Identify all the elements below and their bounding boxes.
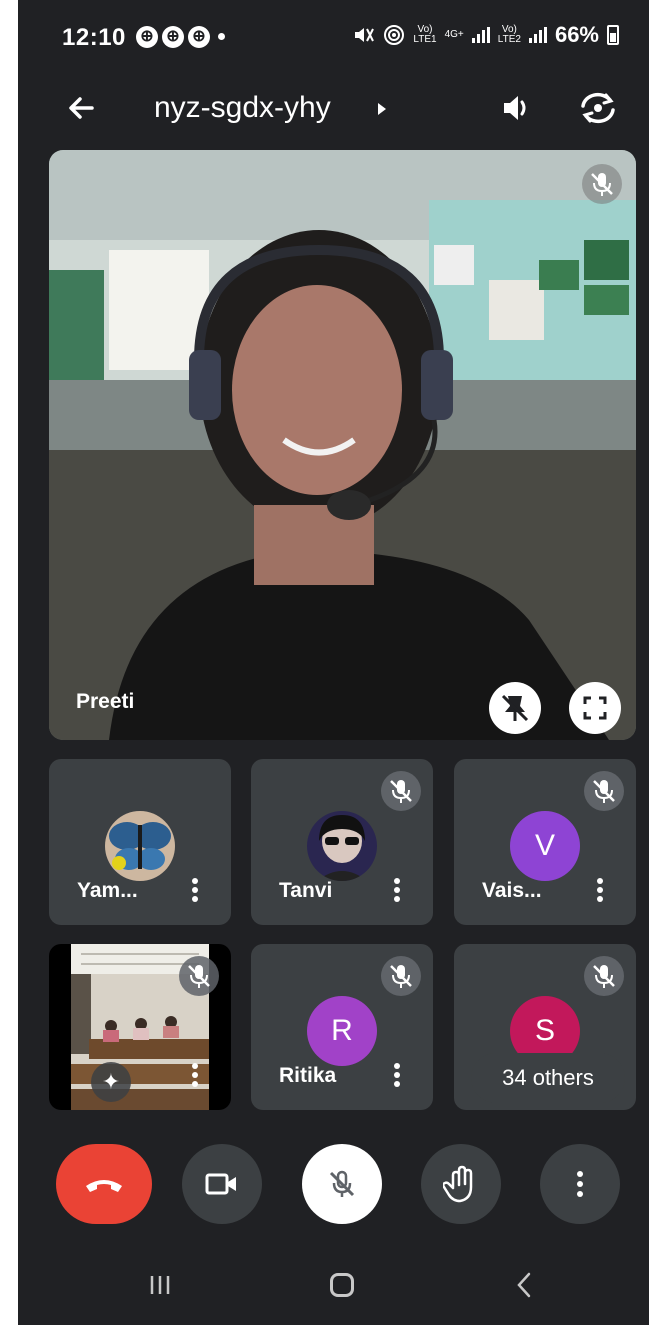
raise-hand-button[interactable] — [421, 1144, 501, 1224]
more-options-icon[interactable] — [594, 875, 606, 907]
muted-mic-icon — [584, 771, 624, 811]
meeting-code[interactable]: nyz-sgdx-yhy — [154, 88, 331, 128]
more-options-icon[interactable] — [391, 875, 403, 907]
network-4g-label: 4G+ — [444, 29, 464, 40]
others-count-button[interactable]: 34 others — [471, 1053, 625, 1103]
participant-tile[interactable]: V Vais... — [454, 759, 636, 925]
muted-mic-icon — [584, 956, 624, 996]
participant-tile[interactable]: Tanvi — [251, 759, 433, 925]
end-call-button[interactable] — [56, 1144, 152, 1224]
avatar — [307, 811, 377, 881]
visual-effects-icon[interactable]: ✦ — [91, 1062, 131, 1102]
notification-icon: ⊕ — [162, 26, 184, 48]
more-options-icon[interactable] — [391, 1060, 403, 1092]
participant-name: Vais... — [482, 879, 542, 902]
more-vertical-icon — [577, 1171, 583, 1197]
main-participant-name: Preeti — [76, 690, 135, 713]
unpin-icon[interactable] — [489, 682, 541, 734]
meet-call-screen: 12:10 ⊕ ⊕ ⊕ Vo) LTE1 4G+ Vo) LTE2 66% ny… — [18, 0, 649, 1325]
participant-tile[interactable]: Yam... — [49, 759, 231, 925]
more-actions-button[interactable] — [540, 1144, 620, 1224]
avatar: V — [510, 811, 580, 881]
muted-mic-icon — [582, 164, 622, 204]
signal-2-icon — [528, 27, 547, 43]
meeting-details-caret-icon[interactable] — [375, 96, 389, 122]
notification-icons: ⊕ ⊕ ⊕ — [136, 26, 210, 48]
self-view-tile[interactable]: ✦ — [49, 944, 231, 1110]
hang-up-icon — [86, 1180, 122, 1192]
status-bar: 12:10 ⊕ ⊕ ⊕ Vo) LTE1 4G+ Vo) LTE2 66% — [18, 0, 649, 78]
participant-tile[interactable]: R Ritika — [251, 944, 433, 1110]
nav-back-icon[interactable] — [514, 1271, 534, 1299]
avatar — [105, 811, 175, 881]
back-arrow-icon[interactable] — [62, 88, 102, 128]
muted-mic-icon — [381, 771, 421, 811]
raise-hand-icon — [443, 1165, 473, 1203]
status-indicators: Vo) LTE1 4G+ Vo) LTE2 66% — [353, 22, 619, 48]
muted-mic-icon — [381, 956, 421, 996]
volte-2-label: Vo) LTE2 — [497, 24, 521, 45]
notification-dot — [218, 33, 225, 40]
notification-icon: ⊕ — [136, 26, 158, 48]
switch-camera-icon[interactable] — [576, 86, 620, 130]
camera-toggle-button[interactable] — [182, 1144, 262, 1224]
main-video-tile[interactable]: Preeti — [49, 150, 636, 740]
participant-video-feed — [49, 150, 636, 740]
hotspot-icon — [384, 25, 405, 45]
volte-1-label: Vo) LTE1 — [413, 24, 437, 45]
home-icon[interactable] — [330, 1273, 354, 1297]
fullscreen-icon[interactable] — [569, 682, 621, 734]
microphone-toggle-button[interactable] — [302, 1144, 382, 1224]
status-time: 12:10 — [62, 24, 126, 51]
recent-apps-icon[interactable] — [148, 1273, 172, 1297]
notification-icon: ⊕ — [188, 26, 210, 48]
signal-1-icon — [471, 27, 490, 43]
muted-mic-icon — [179, 956, 219, 996]
call-header: nyz-sgdx-yhy — [18, 78, 649, 138]
participant-name: Yam... — [77, 879, 138, 902]
mic-off-icon — [329, 1170, 355, 1197]
system-navigation-bar — [18, 1245, 649, 1325]
more-options-icon[interactable] — [189, 1060, 201, 1092]
participant-name: Tanvi — [279, 879, 333, 902]
speaker-icon[interactable] — [496, 88, 536, 128]
battery-percent: 66% — [554, 22, 599, 47]
more-options-icon[interactable] — [189, 875, 201, 907]
participant-name: Ritika — [279, 1064, 337, 1087]
video-camera-icon — [205, 1173, 236, 1195]
avatar: R — [307, 996, 377, 1066]
battery-icon — [607, 25, 619, 45]
mute-ring-icon — [355, 28, 375, 42]
